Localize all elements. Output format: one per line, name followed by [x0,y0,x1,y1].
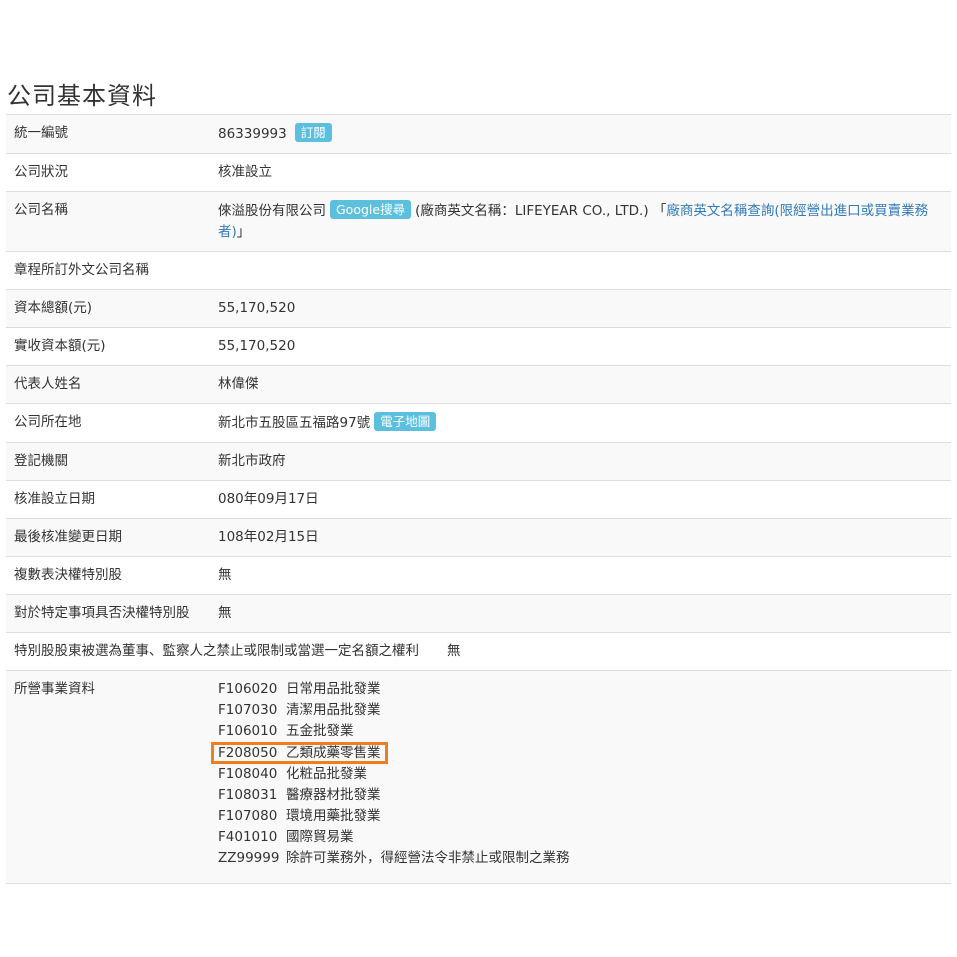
table-row-last-change-date: 最後核准變更日期 108年02月15日 [6,519,951,557]
business-name: 化粧品批發業 [286,766,367,782]
business-name: 五金批發業 [286,723,354,739]
table-row-registry: 登記機關 新北市政府 [6,443,951,481]
table-row-foreign-name: 章程所訂外文公司名稱 [6,252,951,290]
business-list: F106020 日常用品批發業 F107030 清潔用品批發業 F106010 五金批… [211,671,951,877]
list-item: F108031 醫療器材批發業 [218,785,951,806]
row-label: 最後核准變更日期 [14,529,122,545]
business-name: 清潔用品批發業 [286,702,381,718]
row-value [218,252,951,289]
business-name: 環境用藥批發業 [286,808,381,824]
row-value: 林偉傑 [218,376,259,392]
business-name: 醫療器材批發業 [286,787,381,803]
business-code: ZZ99999 [218,850,280,866]
row-label: 複數表決權特別股 [14,567,122,583]
table-row-representative: 代表人姓名 林偉傑 [6,366,951,404]
table-row-veto: 對於特定事項具否決權特別股 無 [6,595,951,633]
row-label: 章程所訂外文公司名稱 [14,262,149,278]
row-label: 資本總額(元) [14,300,93,316]
row-value: 無 [218,605,232,621]
business-code: F106020 [218,681,278,697]
list-item: ZZ99999 除許可業務外，得經營法令非禁止或限制之業務 [218,848,951,869]
table-row-company-name: 公司名稱 倈溢股份有限公司 Google搜尋 (廠商英文名稱：LIFEYEAR CO… [6,192,951,252]
row-value: 080年09月17日 [218,491,319,507]
business-code: F108031 [218,787,278,803]
row-value: 倈溢股份有限公司 Google搜尋 (廠商英文名稱：LIFEYEAR CO., LT… [218,192,951,251]
row-value: 55,170,520 [218,300,296,316]
row-value: 新北市政府 [218,453,286,469]
list-item: F401010 國際貿易業 [218,827,951,848]
table-row-address: 公司所在地 新北市五股區五福路97號 電子地圖 [6,404,951,443]
table-row-director-restrict: 特別股股東被選為董事、監察人之禁止或限制或當選一定名額之權利 無 [6,633,951,671]
business-code: F106010 [218,723,278,739]
business-code: F107030 [218,702,278,718]
row-value: 新北市五股區五福路97號 電子地圖 [218,404,951,442]
business-code: F208050 [218,745,278,761]
row-value: 無 [218,567,232,583]
row-value: 55,170,520 [218,338,296,354]
row-label: 公司名稱 [14,202,68,218]
subscribe-button[interactable]: 訂閱 [294,123,332,142]
link-bracket-close: 」 [236,224,251,240]
row-label: 代表人姓名 [14,376,82,392]
row-label: 統一編號 [14,125,68,141]
row-label: 核准設立日期 [14,491,95,507]
table-row-business: 所營事業資料 F106020 日常用品批發業 F107030 清潔用品批發業 F10… [6,671,951,884]
highlight-box: F208050 乙類成藥零售業 [211,742,388,764]
business-name: 日常用品批發業 [286,681,381,697]
row-label: 登記機關 [14,453,68,469]
list-item: F107080 環境用藥批發業 [218,806,951,827]
business-name: 乙類成藥零售業 [286,745,381,761]
company-info-table: 統一編號 86339993 訂閱 公司狀況 核准設立 公司名稱 倈溢股份有限公司 G… [6,114,951,884]
google-search-button[interactable]: Google搜尋 [330,200,412,219]
list-item: F108040 化粧品批發業 [218,764,951,785]
table-row-approval-date: 核准設立日期 080年09月17日 [6,481,951,519]
table-row-capital-paid: 實收資本額(元) 55,170,520 [6,328,951,366]
address-value: 新北市五股區五福路97號 [218,415,371,431]
company-name-value: 倈溢股份有限公司 [218,203,326,219]
business-code: F107080 [218,808,278,824]
row-label: 公司狀況 [14,164,68,180]
table-row-capital-total: 資本總額(元) 55,170,520 [6,290,951,328]
uniform-number-value: 86339993 [218,126,287,142]
row-value: 86339993 訂閱 [218,115,951,153]
row-label: 特別股股東被選為董事、監察人之禁止或限制或當選一定名額之權利 [14,643,419,659]
list-item: F107030 清潔用品批發業 [218,700,951,721]
row-value: 無 [447,643,461,659]
business-code: F401010 [218,829,278,845]
row-label: 公司所在地 [14,414,82,430]
english-name-text: (廠商英文名稱：LIFEYEAR CO., LTD.) [415,203,649,219]
table-row-multi-vote: 複數表決權特別股 無 [6,557,951,595]
business-name: 除許可業務外，得經營法令非禁止或限制之業務 [286,850,570,866]
table-row-uniform-number: 統一編號 86339993 訂閱 [6,115,951,154]
map-button[interactable]: 電子地圖 [374,412,437,431]
list-item: F106020 日常用品批發業 [218,679,951,700]
row-label: 所營事業資料 [14,681,95,697]
business-name: 國際貿易業 [286,829,354,845]
row-value: 核准設立 [218,164,272,180]
table-row-status: 公司狀況 核准設立 [6,154,951,192]
list-item: F106010 五金批發業 [218,721,951,742]
row-label: 實收資本額(元) [14,338,106,354]
page-title: 公司基本資料 [7,82,157,110]
link-bracket-open: 「 [652,203,667,219]
list-item-highlighted: F208050 乙類成藥零售業 [211,742,951,764]
row-label: 對於特定事項具否決權特別股 [14,605,190,621]
business-code: F108040 [218,766,278,782]
row-value: 108年02月15日 [218,529,319,545]
